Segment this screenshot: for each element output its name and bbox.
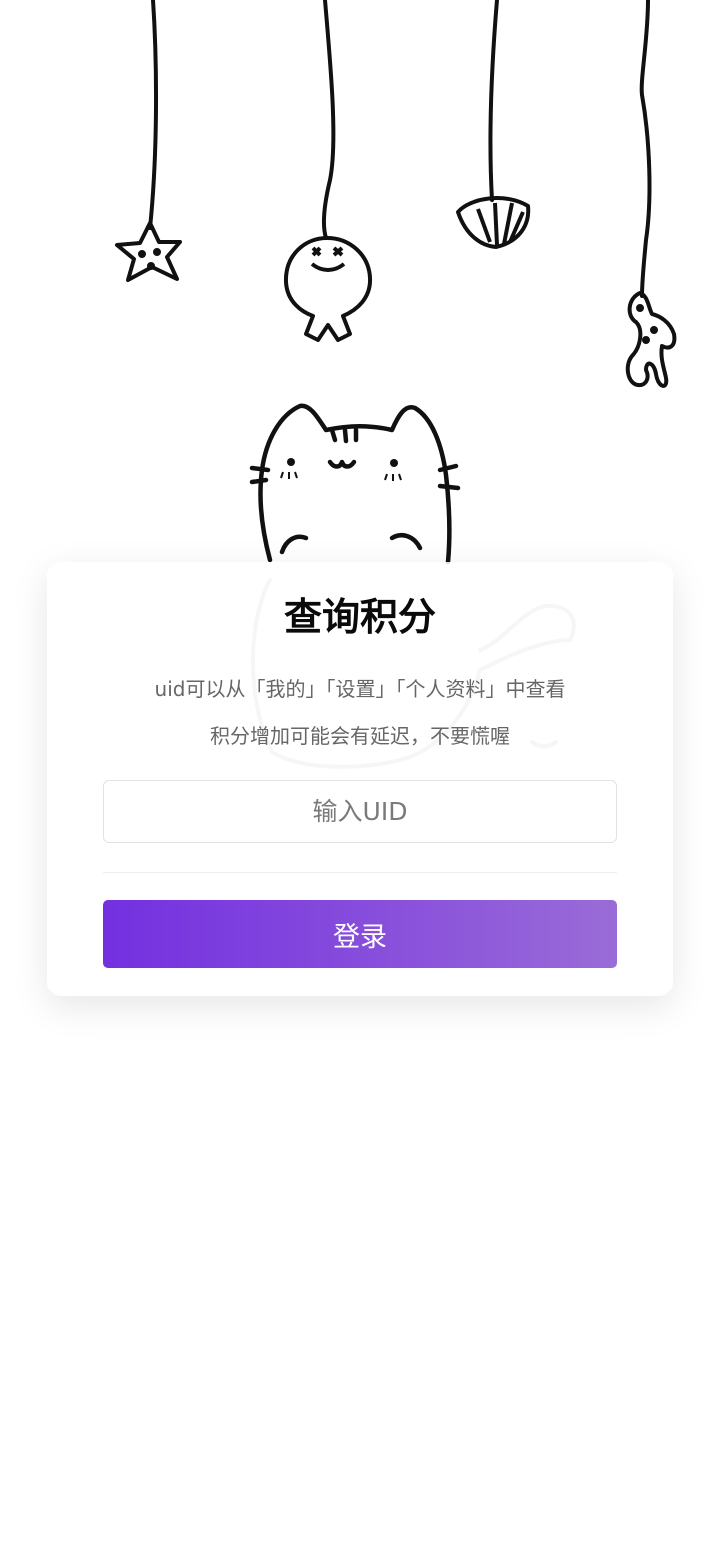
- uid-input[interactable]: [103, 780, 617, 843]
- cat-icon: [249, 403, 461, 565]
- page-title: 查询积分: [283, 595, 436, 639]
- points-delay-hint: 积分增加可能会有延迟，不要慌喔: [210, 724, 510, 748]
- login-page: 查询积分 uid可以从「我的」「设置」「个人资料」中查看 积分增加可能会有延迟，…: [0, 0, 720, 1558]
- starfish-icon: [115, 221, 182, 282]
- uid-location-hint: uid可以从「我的」「设置」「个人资料」中查看: [154, 677, 566, 701]
- fish-icon: [283, 236, 373, 342]
- string-3: [488, 0, 499, 202]
- login-card: 查询积分 uid可以从「我的」「设置」「个人资料」中查看 积分增加可能会有延迟，…: [47, 562, 673, 996]
- string-1: [148, 0, 159, 230]
- coral-icon: [625, 291, 677, 388]
- divider: [103, 872, 617, 873]
- seashell-icon: [456, 196, 531, 249]
- string-2: [321, 0, 336, 240]
- login-button[interactable]: 登录: [103, 900, 617, 968]
- string-4: [639, 0, 652, 298]
